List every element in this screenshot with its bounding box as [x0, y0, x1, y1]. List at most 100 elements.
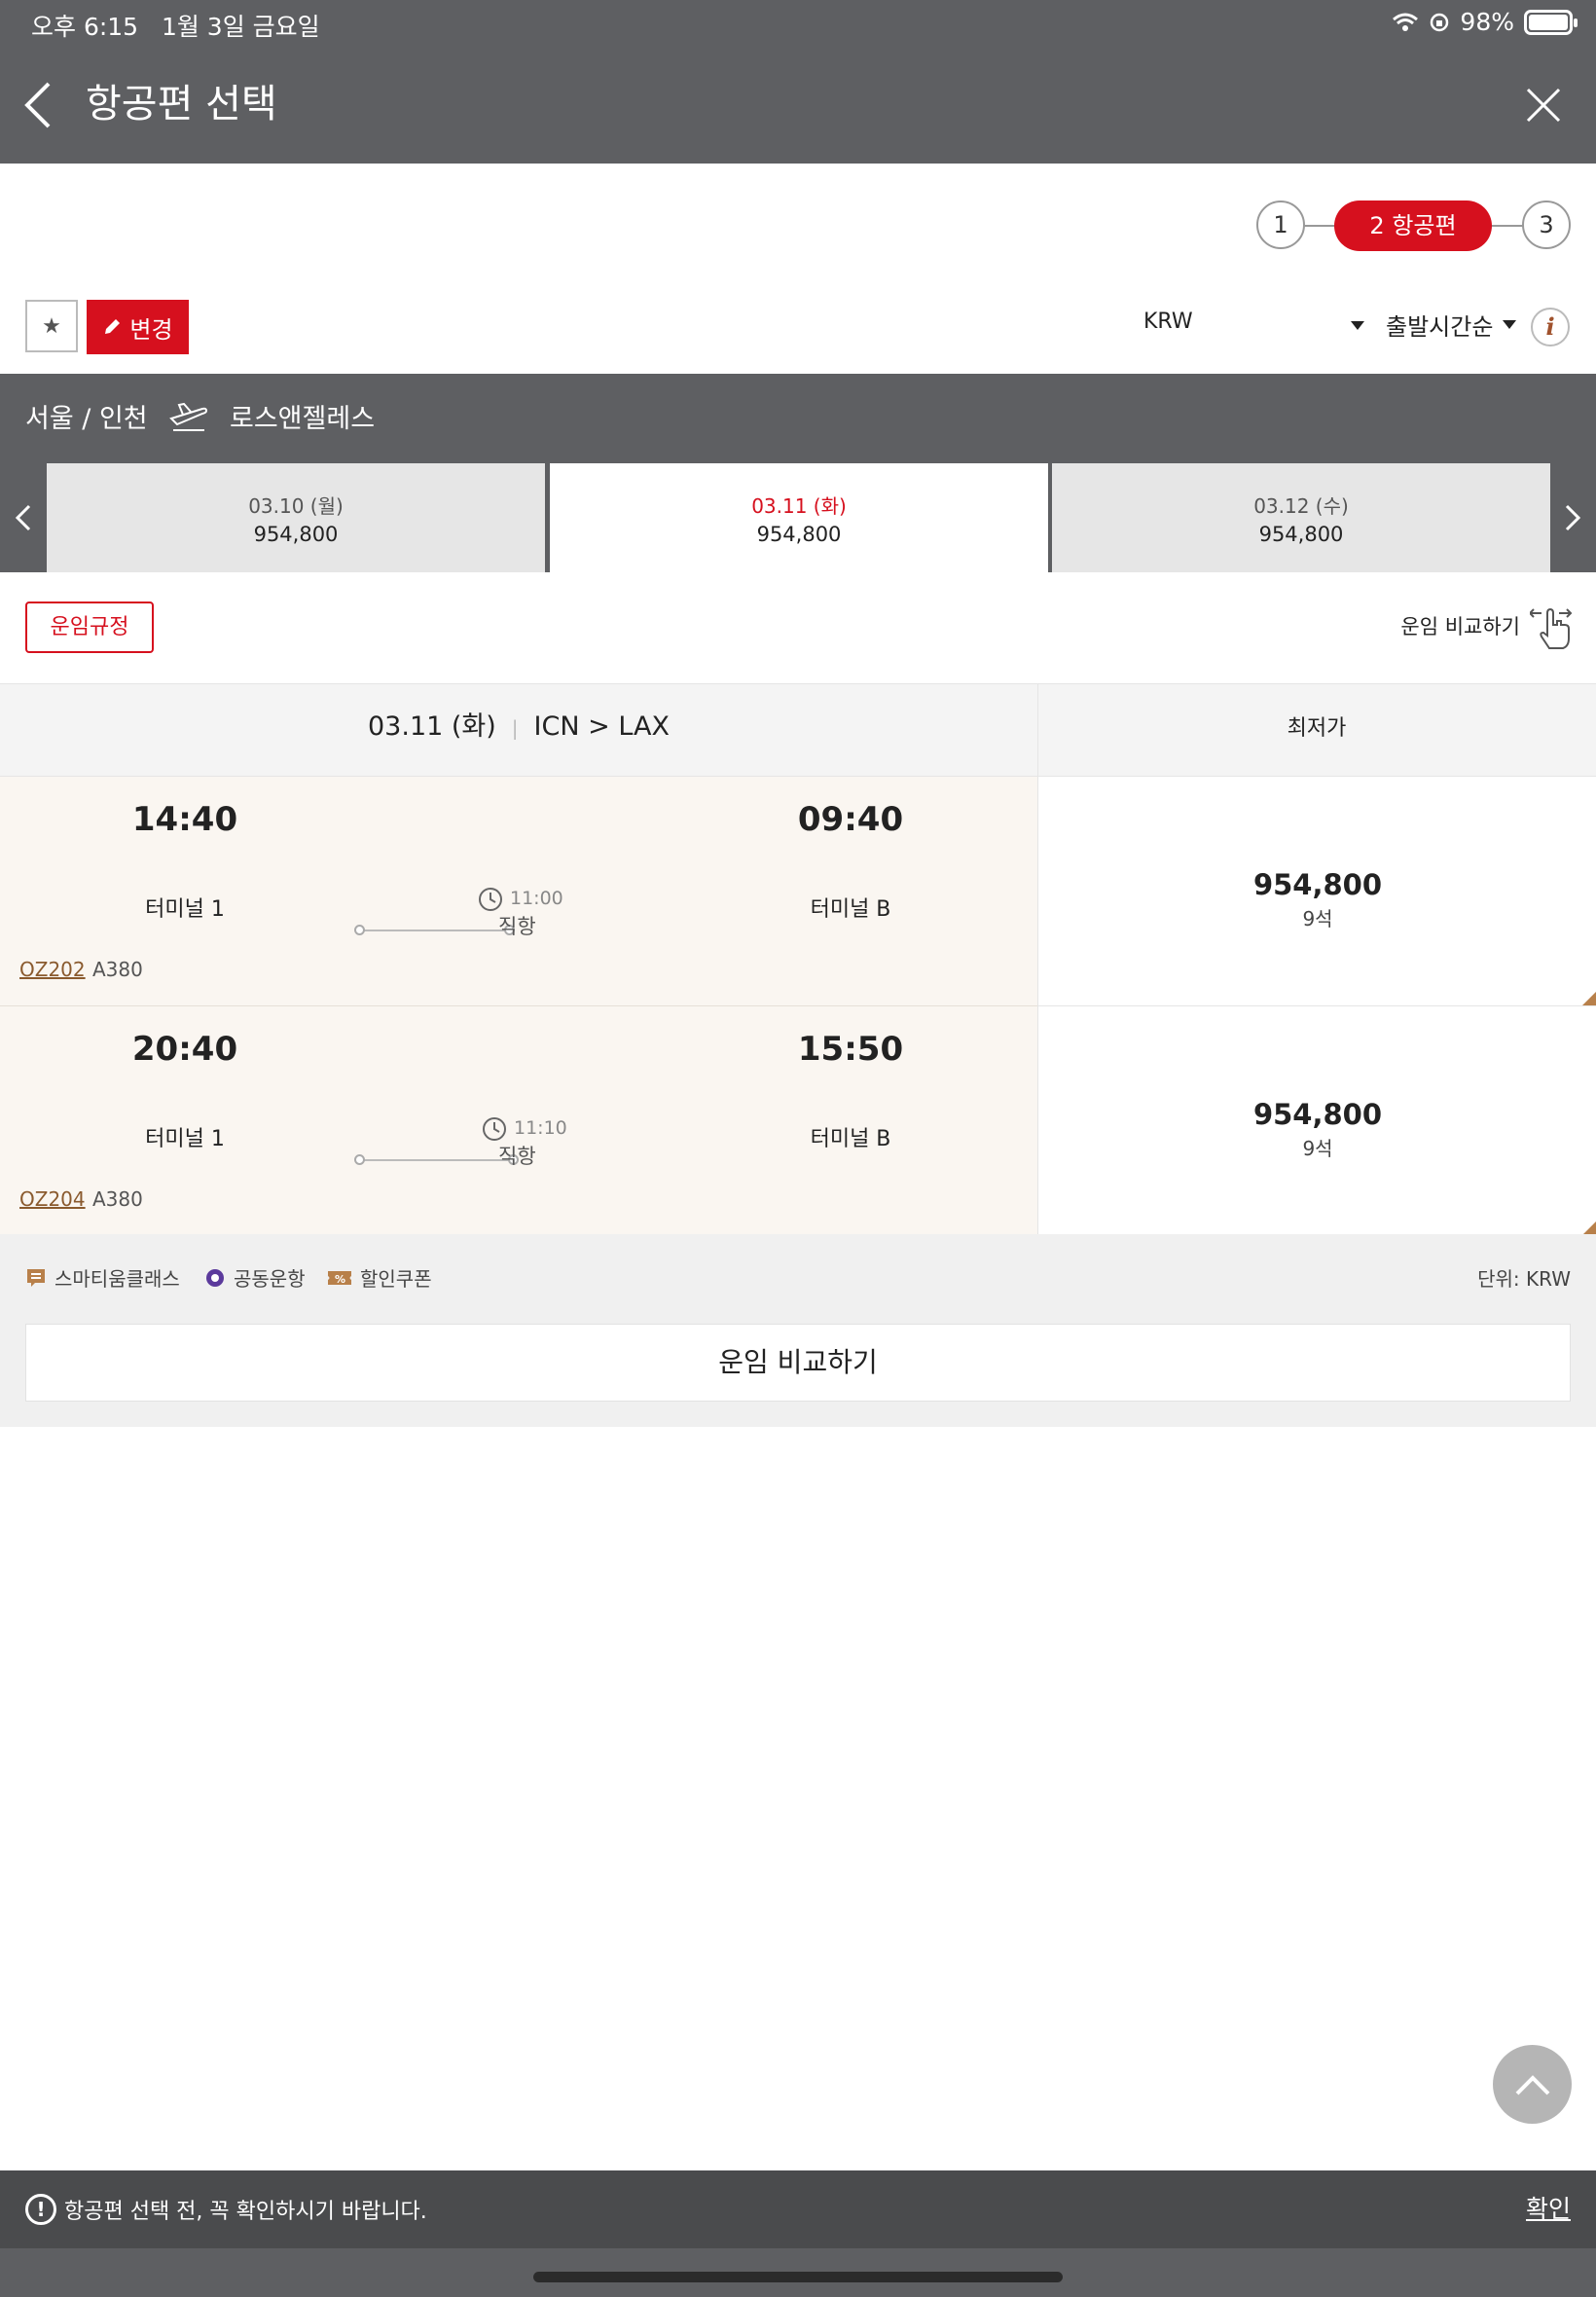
step-3[interactable]: 3 [1522, 201, 1571, 249]
origin-city: 서울 / 인천 [25, 404, 148, 434]
date-tab-date: 03.10 (월) [248, 494, 344, 518]
next-date-icon[interactable] [1561, 502, 1584, 533]
departure-terminal: 터미널 1 [145, 897, 225, 922]
step-connector [1491, 225, 1524, 227]
star-icon: ★ [42, 313, 61, 339]
date-tab-0311-selected[interactable]: 03.11 (화) 954,800 [550, 463, 1048, 572]
step-2-active: 2 항공편 [1334, 201, 1492, 251]
flight-type: 직항 [498, 915, 536, 938]
sort-select[interactable]: 출발시간순 [1386, 308, 1517, 342]
lowest-fare-header: 최저가 [1287, 716, 1347, 741]
fare-corner-marker [1582, 992, 1596, 1005]
fare-price: 954,800 [1252, 868, 1383, 901]
departure-time: 14:40 [131, 800, 238, 839]
status-indicators: 98% [1392, 8, 1578, 36]
clock-icon [483, 1117, 506, 1141]
clock-text: 오후 6:15 [31, 13, 139, 41]
pencil-icon [105, 319, 121, 334]
alert-icon: ! [25, 2194, 56, 2225]
chevron-up-icon [1515, 2074, 1549, 2095]
notice-confirm-link[interactable]: 확인 [1526, 2190, 1571, 2225]
currency-dropdown-icon[interactable] [1351, 321, 1364, 330]
fare-cell[interactable]: 954,800 9석 [1037, 777, 1596, 1006]
flight-type: 직항 [498, 1145, 536, 1168]
aircraft-type: A380 [92, 958, 143, 981]
legend-coupon-label: 할인쿠폰 [360, 1267, 432, 1291]
date-tab-price: 954,800 [1258, 523, 1344, 546]
notice-text: 항공편 선택 전, 꼭 확인하시기 바랍니다. [64, 2200, 427, 2224]
flight-duration: 11:00 [510, 888, 563, 909]
route-line [362, 930, 510, 931]
compare-fares-button[interactable]: 운임 비교하기 [25, 1324, 1571, 1402]
date-text: 1월 3일 금요일 [161, 13, 320, 41]
close-icon[interactable] [1522, 84, 1565, 127]
currency-unit: 단위: KRW [1477, 1267, 1571, 1291]
swipe-hand-icon[interactable] [1530, 603, 1575, 650]
step-connector [1304, 225, 1335, 227]
home-indicator[interactable] [533, 2272, 1063, 2282]
scroll-top-button[interactable] [1493, 2045, 1572, 2124]
seats-left: 9석 [1302, 907, 1333, 930]
route-dot-start [354, 1154, 365, 1165]
date-tab-price: 954,800 [756, 523, 842, 546]
battery-percent: 98% [1460, 8, 1514, 36]
home-indicator-area [0, 2248, 1596, 2297]
status-time: 오후 6:15 1월 3일 금요일 [31, 8, 320, 43]
legend-smartium: 스마티움클래스 [25, 1263, 180, 1292]
prev-date-icon[interactable] [12, 502, 35, 533]
arrival-time: 09:40 [797, 800, 904, 839]
notice-bar: ! 항공편 선택 전, 꼭 확인하시기 바랍니다. 확인 [0, 2170, 1596, 2248]
route-dot-start [354, 925, 365, 935]
aircraft-type: A380 [92, 1187, 143, 1211]
date-tab-date: 03.11 (화) [751, 494, 847, 518]
date-tab-0312[interactable]: 03.12 (수) 954,800 [1052, 463, 1550, 572]
destination-city: 로스앤젤레스 [230, 404, 376, 434]
departure-time: 20:40 [131, 1030, 238, 1069]
step-1[interactable]: 1 [1256, 201, 1305, 249]
flight-number-link[interactable]: OZ202 [19, 958, 86, 981]
currency-select[interactable]: KRW [1143, 310, 1193, 334]
page-title: 항공편 선택 [86, 82, 277, 127]
clock-icon [479, 888, 502, 911]
battery-icon [1524, 9, 1578, 35]
legend-smartium-label: 스마티움클래스 [54, 1267, 180, 1291]
flight-row[interactable]: 14:40 09:40 터미널 1 터미널 B 11:00 직항 OZ202 A… [0, 777, 1037, 1006]
top-bar: 오후 6:15 1월 3일 금요일 98% 항공편 선택 [0, 0, 1596, 164]
seats-left: 9석 [1302, 1137, 1333, 1160]
arrival-terminal: 터미널 B [810, 897, 891, 922]
fare-rules-button[interactable]: 운임규정 [25, 602, 154, 653]
legend-coupon: % 할인쿠폰 [327, 1263, 432, 1292]
wifi-icon [1393, 13, 1419, 31]
flight-number-link[interactable]: OZ204 [19, 1187, 86, 1211]
flight-row[interactable]: 20:40 15:50 터미널 1 터미널 B 11:10 직항 OZ204 A… [0, 1006, 1037, 1236]
fare-price: 954,800 [1252, 1098, 1383, 1131]
departure-terminal: 터미널 1 [145, 1127, 225, 1151]
legend-codeshare: 공동운항 [204, 1263, 306, 1292]
date-tab-price: 954,800 [253, 523, 339, 546]
edit-button[interactable]: 변경 [87, 300, 189, 354]
date-tab-0310[interactable]: 03.10 (월) 954,800 [47, 463, 545, 572]
back-icon[interactable] [19, 78, 58, 132]
fare-corner-marker [1582, 1221, 1596, 1235]
info-icon[interactable]: i [1531, 308, 1570, 346]
airplane-icon [169, 402, 208, 431]
arrival-terminal: 터미널 B [810, 1127, 891, 1151]
arrival-time: 15:50 [797, 1030, 904, 1069]
edit-label: 변경 [129, 315, 173, 344]
header-date: 03.11 (화) [368, 711, 496, 742]
orientation-lock-icon [1431, 13, 1449, 31]
header-route: ICN > LAX [533, 711, 670, 742]
codeshare-icon [206, 1268, 224, 1287]
date-tab-date: 03.12 (수) [1253, 494, 1349, 518]
svg-text:%: % [335, 1273, 345, 1286]
sort-label: 출발시간순 [1386, 313, 1494, 341]
fare-cell[interactable]: 954,800 9석 [1037, 1006, 1596, 1236]
smartium-icon [27, 1268, 45, 1287]
legend-codeshare-label: 공동운항 [234, 1267, 306, 1291]
favorite-button[interactable]: ★ [25, 300, 78, 352]
coupon-icon: % [328, 1270, 351, 1286]
flight-duration: 11:10 [514, 1117, 567, 1139]
compare-fares-link[interactable]: 운임 비교하기 [1400, 611, 1520, 640]
route-line [362, 1159, 514, 1161]
sort-dropdown-icon [1503, 320, 1517, 329]
